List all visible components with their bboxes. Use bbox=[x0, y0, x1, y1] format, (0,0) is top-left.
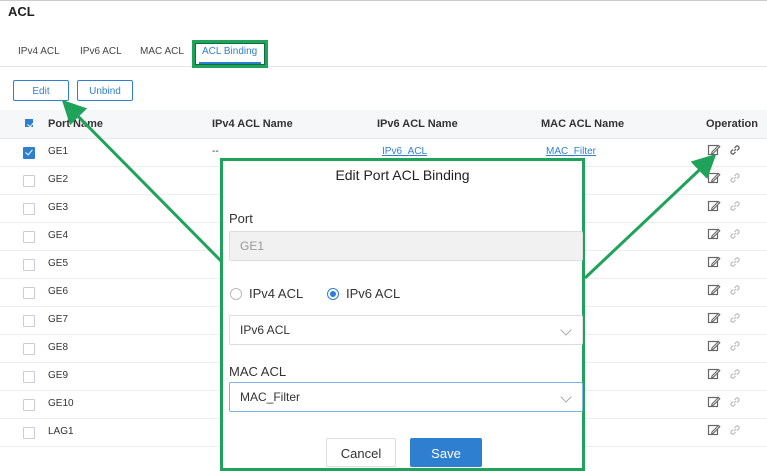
header-operation: Operation bbox=[706, 118, 758, 130]
unbind-link-icon[interactable] bbox=[728, 171, 742, 185]
tab-ipv4-acl[interactable]: IPv4 ACL bbox=[18, 46, 60, 57]
edit-icon[interactable] bbox=[707, 283, 721, 297]
edit-port-acl-binding-dialog: Edit Port ACL Binding Port GE1 IPv4 ACL … bbox=[220, 158, 585, 471]
chevron-down-icon bbox=[560, 391, 572, 403]
cell-port-name: GE7 bbox=[48, 314, 69, 325]
cell-mac-acl-link[interactable]: MAC_Filter bbox=[546, 146, 596, 157]
cell-port-name: GE4 bbox=[48, 230, 69, 241]
edit-icon[interactable] bbox=[707, 395, 721, 409]
cell-port-name: GE3 bbox=[48, 202, 69, 213]
row-checkbox[interactable] bbox=[23, 399, 35, 411]
tab-ipv6-acl[interactable]: IPv6 ACL bbox=[80, 46, 122, 57]
page-title: ACL bbox=[8, 4, 35, 19]
top-border bbox=[0, 0, 767, 1]
app-frame: ACL IPv4 ACL IPv6 ACL MAC ACL ACL Bindin… bbox=[0, 0, 767, 471]
unbind-link-icon[interactable] bbox=[728, 227, 742, 241]
row-checkbox[interactable] bbox=[23, 343, 35, 355]
unbind-link-icon[interactable] bbox=[728, 339, 742, 353]
header-port-name: Port Name bbox=[48, 118, 104, 130]
row-checkbox[interactable] bbox=[23, 287, 35, 299]
row-checkbox[interactable] bbox=[23, 427, 35, 439]
edit-icon[interactable] bbox=[707, 255, 721, 269]
cell-ipv6-acl-link[interactable]: IPv6_ACL bbox=[382, 146, 427, 157]
unbind-link-icon[interactable] bbox=[728, 143, 742, 157]
acl-select-value: IPv6 ACL bbox=[240, 323, 291, 337]
edit-icon[interactable] bbox=[707, 199, 721, 213]
edit-icon[interactable] bbox=[707, 171, 721, 185]
unbind-link-icon[interactable] bbox=[728, 367, 742, 381]
tab-mac-acl[interactable]: MAC ACL bbox=[140, 46, 184, 57]
cell-port-name: GE2 bbox=[48, 174, 69, 185]
mac-acl-label: MAC ACL bbox=[229, 364, 287, 379]
cell-port-name: GE9 bbox=[48, 370, 69, 381]
cell-ipv4-acl: -- bbox=[212, 146, 219, 157]
ipv6-acl-radio[interactable] bbox=[327, 288, 339, 300]
acl-select[interactable]: IPv6 ACL bbox=[229, 315, 583, 345]
cell-port-name: GE6 bbox=[48, 286, 69, 297]
chevron-down-icon bbox=[560, 324, 572, 336]
unbind-link-icon[interactable] bbox=[728, 423, 742, 437]
row-checkbox[interactable] bbox=[23, 259, 35, 271]
edit-button[interactable]: Edit bbox=[13, 80, 69, 101]
mac-acl-select-value: MAC_Filter bbox=[240, 390, 301, 404]
row-checkbox[interactable] bbox=[23, 175, 35, 187]
table-header: Port Name IPv4 ACL Name IPv6 ACL Name MA… bbox=[0, 110, 767, 139]
tab-highlight-box bbox=[192, 40, 268, 68]
cell-port-name: GE8 bbox=[48, 342, 69, 353]
edit-icon[interactable] bbox=[707, 339, 721, 353]
cell-port-name: GE5 bbox=[48, 258, 69, 269]
edit-icon[interactable] bbox=[707, 311, 721, 325]
row-checkbox[interactable] bbox=[23, 231, 35, 243]
dialog-title: Edit Port ACL Binding bbox=[335, 167, 470, 183]
row-checkbox[interactable] bbox=[23, 147, 35, 159]
header-ipv6-acl-name: IPv6 ACL Name bbox=[377, 118, 458, 130]
unbind-link-icon[interactable] bbox=[728, 283, 742, 297]
row-checkbox[interactable] bbox=[23, 315, 35, 327]
tab-bar: IPv4 ACL IPv6 ACL MAC ACL ACL Binding bbox=[0, 40, 767, 67]
edit-icon[interactable] bbox=[707, 143, 721, 157]
header-mac-acl-name: MAC ACL Name bbox=[541, 118, 625, 130]
select-all-checkbox[interactable] bbox=[25, 119, 33, 127]
port-label: Port bbox=[229, 211, 253, 226]
save-button[interactable]: Save bbox=[410, 438, 482, 467]
mac-acl-select[interactable]: MAC_Filter bbox=[229, 382, 583, 412]
row-checkbox[interactable] bbox=[23, 371, 35, 383]
unbind-link-icon[interactable] bbox=[728, 255, 742, 269]
unbind-button[interactable]: Unbind bbox=[77, 80, 133, 101]
port-field: GE1 bbox=[229, 231, 583, 261]
edit-icon[interactable] bbox=[707, 423, 721, 437]
header-ipv4-acl-name: IPv4 ACL Name bbox=[212, 118, 293, 130]
edit-icon[interactable] bbox=[707, 227, 721, 241]
unbind-link-icon[interactable] bbox=[728, 395, 742, 409]
edit-icon[interactable] bbox=[707, 367, 721, 381]
row-checkbox[interactable] bbox=[23, 203, 35, 215]
ipv4-acl-radio-label[interactable]: IPv4 ACL bbox=[249, 286, 303, 301]
cancel-button[interactable]: Cancel bbox=[326, 438, 396, 467]
ipv6-acl-radio-label[interactable]: IPv6 ACL bbox=[346, 286, 400, 301]
cell-port-name: GE1 bbox=[48, 146, 69, 157]
ipv4-acl-radio[interactable] bbox=[230, 288, 242, 300]
unbind-link-icon[interactable] bbox=[728, 311, 742, 325]
cell-port-name: GE10 bbox=[48, 398, 74, 409]
unbind-link-icon[interactable] bbox=[728, 199, 742, 213]
cell-port-name: LAG1 bbox=[48, 426, 74, 437]
